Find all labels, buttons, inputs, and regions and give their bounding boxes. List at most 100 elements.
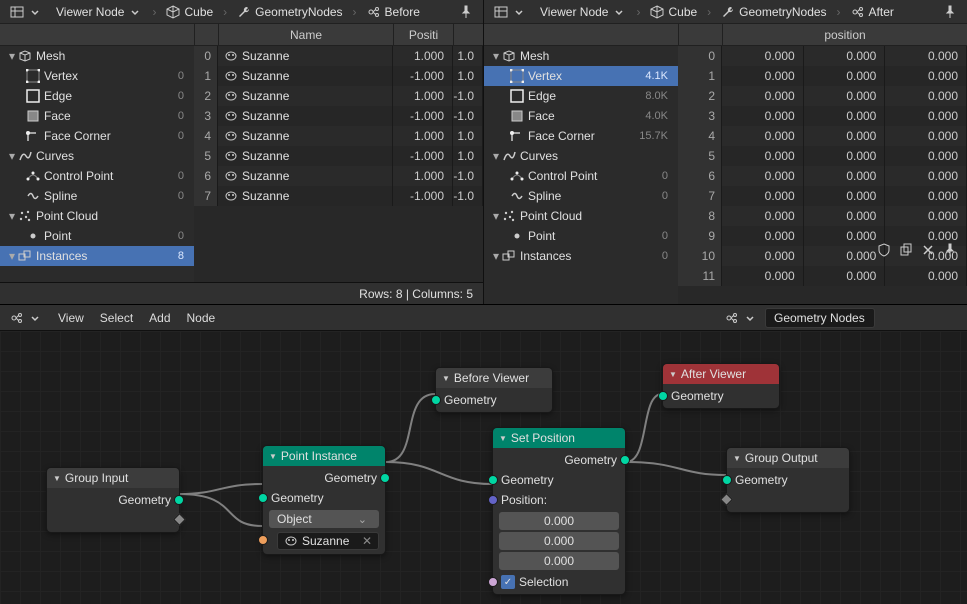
- breadcrumb-object[interactable]: Cube: [160, 2, 219, 22]
- domain-edge[interactable]: Edge8.0K: [484, 86, 678, 106]
- node-group-output[interactable]: ▼Group Output Geometry: [726, 447, 850, 513]
- fake-user-button[interactable]: [877, 308, 897, 328]
- domain-mesh[interactable]: ▾Mesh: [484, 46, 678, 66]
- table-row[interactable]: 1Suzanne-1.0001.0: [194, 66, 483, 86]
- disclosure-icon: ▾: [6, 249, 18, 263]
- edge-icon: [26, 89, 40, 103]
- domain-face-corner[interactable]: Face Corner0: [0, 126, 194, 146]
- mode-selector[interactable]: Viewer Node: [50, 2, 148, 22]
- socket-geometry-out[interactable]: Geometry: [493, 450, 625, 470]
- table-row[interactable]: 80.0000.0000.000: [678, 206, 967, 226]
- breadcrumb-viewer[interactable]: Before: [361, 2, 426, 22]
- domain-instances[interactable]: ▾Instances0: [484, 246, 678, 266]
- collapse-icon[interactable]: ▼: [442, 374, 450, 383]
- domain-vertex[interactable]: Vertex4.1K: [484, 66, 678, 86]
- collapse-icon[interactable]: ▼: [53, 474, 61, 483]
- socket-object-in[interactable]: [263, 530, 385, 550]
- socket-geometry-in[interactable]: Geometry: [663, 386, 779, 406]
- mode-selector[interactable]: Viewer Node: [534, 2, 632, 22]
- pin-button[interactable]: [943, 308, 963, 328]
- table-row[interactable]: 70.0000.0000.000: [678, 186, 967, 206]
- socket-geometry-out[interactable]: Geometry: [263, 468, 385, 488]
- node-set-position[interactable]: ▼Set Position Geometry Geometry Position…: [492, 427, 626, 595]
- socket-geometry-in[interactable]: Geometry: [493, 470, 625, 490]
- nodegroup-browse[interactable]: [719, 308, 763, 328]
- domain-point-cloud[interactable]: ▾Point Cloud: [484, 206, 678, 226]
- instance-type-dropdown[interactable]: Object: [269, 510, 379, 528]
- domain-mesh[interactable]: ▾Mesh: [0, 46, 194, 66]
- pin-button[interactable]: [453, 2, 479, 22]
- node-before-viewer[interactable]: ▼Before Viewer Geometry: [435, 367, 553, 413]
- domain-face-corner[interactable]: Face Corner15.7K: [484, 126, 678, 146]
- table-row[interactable]: 20.0000.0000.000: [678, 86, 967, 106]
- domain-face[interactable]: Face4.0K: [484, 106, 678, 126]
- editor-type-button[interactable]: [4, 2, 48, 22]
- domain-control-point[interactable]: Control Point0: [484, 166, 678, 186]
- table-row[interactable]: 60.0000.0000.000: [678, 166, 967, 186]
- table-row[interactable]: 0Suzanne1.0001.0: [194, 46, 483, 66]
- domain-vertex[interactable]: Vertex0: [0, 66, 194, 86]
- node-after-viewer[interactable]: ▼ After Viewer Geometry: [662, 363, 780, 409]
- breadcrumb-modifier[interactable]: GeometryNodes: [715, 2, 832, 22]
- domain-face[interactable]: Face0: [0, 106, 194, 126]
- domain-spline[interactable]: Spline0: [0, 186, 194, 206]
- editor-type-button[interactable]: [4, 308, 48, 328]
- face-icon: [26, 109, 40, 123]
- position-x-field[interactable]: 0.000: [499, 512, 619, 530]
- duplicate-button[interactable]: [899, 308, 919, 328]
- unlink-button[interactable]: [921, 308, 941, 328]
- menu-select[interactable]: Select: [92, 308, 141, 328]
- domain-curves[interactable]: ▾Curves: [0, 146, 194, 166]
- domain-point[interactable]: Point0: [0, 226, 194, 246]
- domain-point-cloud[interactable]: ▾Point Cloud: [0, 206, 194, 226]
- editor-type-button[interactable]: [488, 2, 532, 22]
- menu-add[interactable]: Add: [141, 308, 178, 328]
- table-row[interactable]: 6Suzanne1.000-1.0: [194, 166, 483, 186]
- domain-spline[interactable]: Spline0: [484, 186, 678, 206]
- node-group-input[interactable]: ▼ Group Input Geometry: [46, 467, 180, 533]
- menu-node[interactable]: Node: [179, 308, 224, 328]
- position-z-field[interactable]: 0.000: [499, 552, 619, 570]
- table-row[interactable]: 30.0000.0000.000: [678, 106, 967, 126]
- node-title: Group Input: [65, 471, 128, 485]
- breadcrumb-viewer[interactable]: After: [845, 2, 900, 22]
- selection-checkbox[interactable]: ✓: [501, 575, 515, 589]
- table-row[interactable]: 7Suzanne-1.000-1.0: [194, 186, 483, 206]
- table-row[interactable]: 00.0000.0000.000: [678, 46, 967, 66]
- socket-geometry-out[interactable]: Geometry: [47, 490, 179, 510]
- node-point-instance[interactable]: ▼Point Instance Geometry Geometry Object…: [262, 445, 386, 555]
- table-row[interactable]: 10.0000.0000.000: [678, 66, 967, 86]
- collapse-icon[interactable]: ▼: [269, 452, 277, 461]
- socket-selection-in[interactable]: ✓Selection: [493, 572, 625, 592]
- socket-virtual-in[interactable]: [727, 490, 849, 510]
- collapse-icon[interactable]: ▼: [733, 454, 741, 463]
- domain-instances[interactable]: ▾Instances8: [0, 246, 194, 266]
- domain-curves[interactable]: ▾Curves: [484, 146, 678, 166]
- node-title: After Viewer: [681, 367, 746, 381]
- socket-geometry-in[interactable]: Geometry: [727, 470, 849, 490]
- domain-point[interactable]: Point0: [484, 226, 678, 246]
- pin-button[interactable]: [937, 2, 963, 22]
- position-y-field[interactable]: 0.000: [499, 532, 619, 550]
- table-row[interactable]: 5Suzanne-1.0001.0: [194, 146, 483, 166]
- table-row[interactable]: 3Suzanne-1.000-1.0: [194, 106, 483, 126]
- menu-view[interactable]: View: [50, 308, 92, 328]
- disclosure-icon: ▾: [6, 49, 18, 63]
- mesh-icon: [224, 89, 238, 103]
- nodegroup-name-field[interactable]: Geometry Nodes: [765, 308, 875, 328]
- collapse-icon[interactable]: ▼: [669, 370, 677, 379]
- domain-edge[interactable]: Edge0: [0, 86, 194, 106]
- corner-icon: [510, 129, 524, 143]
- socket-virtual-out[interactable]: [47, 510, 179, 530]
- table-row[interactable]: 40.0000.0000.000: [678, 126, 967, 146]
- breadcrumb-modifier[interactable]: GeometryNodes: [231, 2, 348, 22]
- domain-control-point[interactable]: Control Point0: [0, 166, 194, 186]
- table-row[interactable]: 4Suzanne1.0001.0: [194, 126, 483, 146]
- table-row[interactable]: 2Suzanne1.000-1.0: [194, 86, 483, 106]
- table-row[interactable]: 50.0000.0000.000: [678, 146, 967, 166]
- socket-geometry-in[interactable]: Geometry: [436, 390, 552, 410]
- spline-icon: [26, 189, 40, 203]
- socket-geometry-in[interactable]: Geometry: [263, 488, 385, 508]
- collapse-icon[interactable]: ▼: [499, 434, 507, 443]
- breadcrumb-object[interactable]: Cube: [644, 2, 703, 22]
